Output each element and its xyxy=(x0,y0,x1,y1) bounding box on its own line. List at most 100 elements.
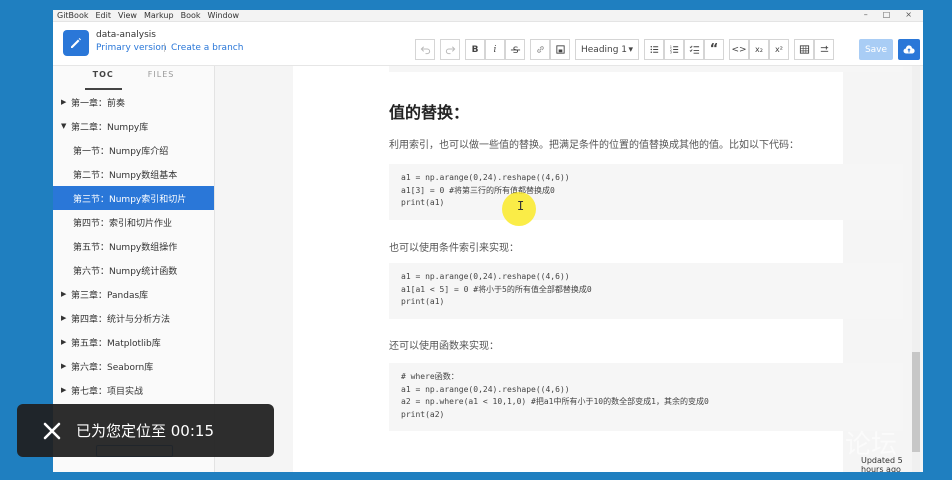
code-block-top xyxy=(389,66,903,72)
code-line: a2 = np.where(a1 < 10,1,0) #把a1中所有小于10的数… xyxy=(401,397,709,406)
caret-right-icon[interactable]: ▶ xyxy=(61,362,71,370)
gitbook-editor-window: GitBook Edit View Markup Book Window – □… xyxy=(53,10,923,472)
subscript-button[interactable]: x₂ xyxy=(749,39,769,60)
toc-chapter[interactable]: ▶ 第四章：统计与分析方法 xyxy=(53,306,214,330)
tab-files[interactable]: FILES xyxy=(140,70,183,90)
caret-right-icon[interactable]: ▶ xyxy=(61,98,71,106)
toc-chapter[interactable]: ▼ 第二章：Numpy库 xyxy=(53,114,214,138)
toc-chapter[interactable]: ▶ 第一章：前奏 xyxy=(53,90,214,114)
menu-edit[interactable]: Edit xyxy=(95,11,111,20)
code-button[interactable]: <> xyxy=(729,39,749,60)
tab-toc[interactable]: TOC xyxy=(84,70,122,90)
layout-icon xyxy=(820,45,828,52)
strikethrough-icon: S xyxy=(510,45,520,55)
task-list-button[interactable] xyxy=(684,39,704,60)
code-line: a1[3] = 0 #将第三行的所有值都替换成0 xyxy=(401,185,555,195)
image-button[interactable] xyxy=(550,39,570,60)
version-link[interactable]: Primary version xyxy=(96,43,167,53)
toc-list: ▶ 第一章：前奏 ▼ 第二章：Numpy库 第一节：Numpy库介绍 第二节：Numpy数… xyxy=(53,90,214,402)
toc-item-label: 第一节：Numpy库介绍 xyxy=(73,146,169,157)
bullet-list-button[interactable] xyxy=(644,39,664,60)
toc-section[interactable]: 第五节：Numpy数组操作 xyxy=(53,234,214,258)
edit-pencil-icon[interactable] xyxy=(63,30,89,56)
table-button[interactable] xyxy=(794,39,814,60)
save-button[interactable]: Save xyxy=(859,39,893,60)
toc-item-label: 第三章：Pandas库 xyxy=(71,290,149,301)
section-heading: 值的替换： xyxy=(389,103,470,122)
caret-down-icon[interactable]: ▼ xyxy=(61,122,71,130)
close-window-icon[interactable]: × xyxy=(905,10,912,19)
numbered-list-button[interactable]: 123 xyxy=(664,39,684,60)
undo-button[interactable] xyxy=(415,39,435,60)
code-line: a1[a1 < 5] = 0 #将小于5的所有值全部都替换成0 xyxy=(401,284,592,294)
create-branch-link[interactable]: Create a branch xyxy=(171,43,243,53)
toc-chapter[interactable]: ▶ 第六章：Seaborn库 xyxy=(53,354,214,378)
bold-button[interactable]: B xyxy=(465,39,485,60)
redo-button[interactable] xyxy=(440,39,460,60)
code-block[interactable]: a1 = np.arange(0,24).reshape((4,6)) a1[3… xyxy=(389,164,903,220)
task-list-icon xyxy=(689,45,699,54)
text-cursor-icon: I xyxy=(517,199,525,213)
toc-section[interactable]: 第四节：索引和切片作业 xyxy=(53,210,214,234)
toc-item-label: 第七章：项目实战 xyxy=(71,386,144,397)
toc-item-label: 第二节：Numpy数组基本 xyxy=(73,170,178,181)
layout-button[interactable] xyxy=(814,39,834,60)
code-line: print(a1) xyxy=(401,297,445,306)
toc-section[interactable]: 第六节：Numpy统计函数 xyxy=(53,258,214,282)
menu-bar: GitBook Edit View Markup Book Window – □… xyxy=(53,10,923,22)
heading-select[interactable]: Heading 1 ▾ xyxy=(575,39,639,60)
toc-item-label: 第六章：Seaborn库 xyxy=(71,362,154,373)
caret-right-icon[interactable]: ▶ xyxy=(61,290,71,298)
toc-section[interactable]: 第三节：Numpy索引和切片 xyxy=(53,186,214,210)
document-page[interactable]: 值的替换： 利用索引，也可以做一些值的替换。把满足条件的位置的值替换成其他的值。… xyxy=(293,66,903,472)
menu-book[interactable]: Book xyxy=(181,11,201,20)
watermark-logo: 论坛 xyxy=(845,430,898,460)
toc-item-label: 第一章：前奏 xyxy=(71,98,126,109)
scrollbar-thumb[interactable] xyxy=(912,352,920,452)
code-line: a1 = np.arange(0,24).reshape((4,6)) xyxy=(401,384,570,394)
toc-section[interactable]: 第二节：Numpy数组基本 xyxy=(53,162,214,186)
superscript-button[interactable]: x² xyxy=(769,39,789,60)
paragraph: 也可以使用条件索引来实现： xyxy=(389,243,519,254)
strikethrough-button[interactable]: S xyxy=(505,39,525,60)
menu-markup[interactable]: Markup xyxy=(144,11,174,20)
close-icon[interactable] xyxy=(42,421,62,441)
code-block[interactable]: a1 = np.arange(0,24).reshape((4,6)) a1[a… xyxy=(389,263,903,319)
toc-item-label: 第五章：Matplotlib库 xyxy=(71,338,161,349)
minimize-icon[interactable]: – xyxy=(864,10,868,19)
heading-select-value: Heading 1 xyxy=(581,44,628,55)
undo-icon xyxy=(420,46,430,55)
svg-text:3: 3 xyxy=(669,51,671,55)
editor-toolbar: data-analysis Primary version | Create a… xyxy=(53,22,923,66)
toc-chapter[interactable]: ▶ 第五章：Matplotlib库 xyxy=(53,330,214,354)
toc-item-label: 第二章：Numpy库 xyxy=(71,122,149,133)
redo-icon xyxy=(445,46,455,55)
code-block[interactable]: # where函数： a1 = np.arange(0,24).reshape(… xyxy=(389,363,903,431)
toast-notification: 已为您定位至 00:15 xyxy=(17,404,274,457)
publish-button[interactable] xyxy=(898,39,920,60)
quote-button[interactable]: “ xyxy=(704,39,724,60)
caret-right-icon[interactable]: ▶ xyxy=(61,386,71,394)
link-button[interactable] xyxy=(530,39,550,60)
toc-chapter[interactable]: ▶ 第三章：Pandas库 xyxy=(53,282,214,306)
menu-view[interactable]: View xyxy=(118,11,137,20)
paragraph: 利用索引，也可以做一些值的替换。把满足条件的位置的值替换成其他的值。比如以下代码… xyxy=(389,140,799,151)
toc-item-label: 第三节：Numpy索引和切片 xyxy=(73,194,187,205)
image-icon xyxy=(555,45,565,54)
toc-item-label: 第四章：统计与分析方法 xyxy=(71,314,171,325)
menu-window[interactable]: Window xyxy=(208,11,240,20)
menu-gitbook[interactable]: GitBook xyxy=(57,11,88,20)
window-controls: – □ × xyxy=(864,10,919,19)
italic-button[interactable]: i xyxy=(485,39,505,60)
toc-item-label: 第五节：Numpy数组操作 xyxy=(73,242,178,253)
code-line: a1 = np.arange(0,24).reshape((4,6)) xyxy=(401,173,570,182)
caret-right-icon[interactable]: ▶ xyxy=(61,314,71,322)
toc-chapter[interactable]: ▶ 第七章：项目实战 xyxy=(53,378,214,402)
maximize-icon[interactable]: □ xyxy=(883,10,891,19)
table-icon xyxy=(799,45,809,54)
caret-right-icon[interactable]: ▶ xyxy=(61,338,71,346)
link-icon xyxy=(536,46,544,53)
toc-section[interactable]: 第一节：Numpy库介绍 xyxy=(53,138,214,162)
code-line: print(a1) xyxy=(401,198,445,207)
sidebar-tabs: TOC FILES xyxy=(53,66,214,90)
